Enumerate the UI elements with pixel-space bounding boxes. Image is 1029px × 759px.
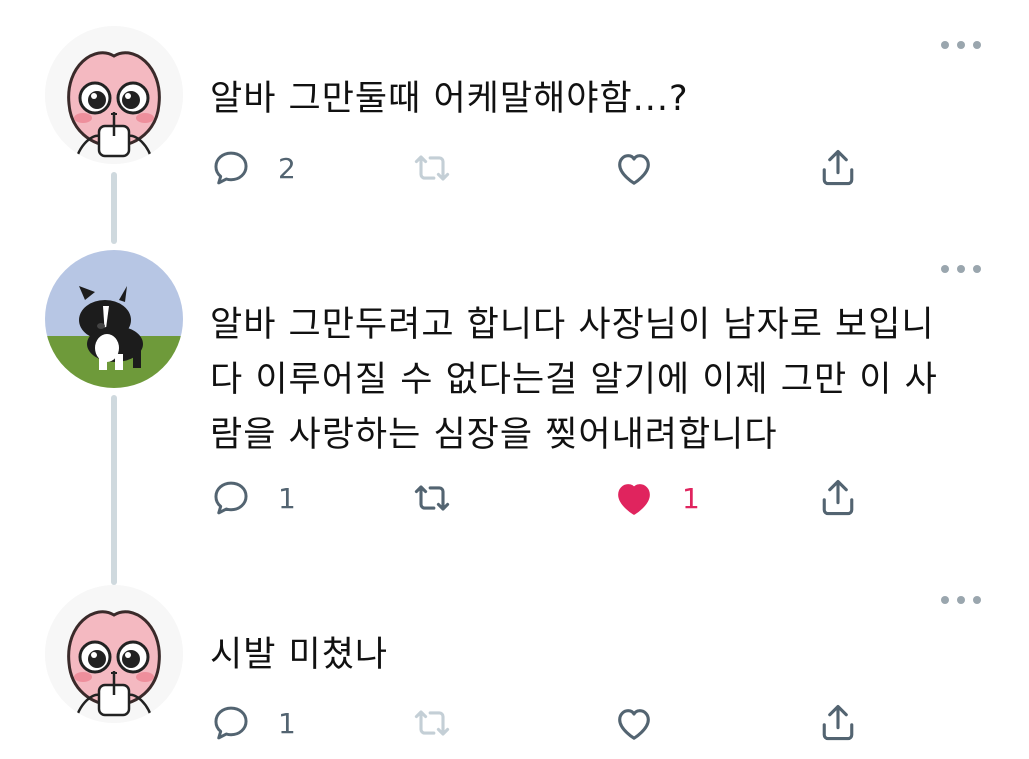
like-count: 1 bbox=[682, 481, 700, 515]
more-icon bbox=[973, 41, 981, 49]
more-icon bbox=[941, 41, 949, 49]
peach-character-avatar bbox=[45, 26, 183, 164]
like-button[interactable] bbox=[612, 143, 682, 193]
reply-button[interactable]: 2 bbox=[210, 143, 296, 193]
reply-count: 2 bbox=[278, 151, 296, 185]
more-options-button[interactable] bbox=[941, 262, 981, 276]
tweet-text: 알바 그만둘때 어케말해야함...? bbox=[210, 79, 689, 119]
more-icon bbox=[957, 265, 965, 273]
retweet-button[interactable] bbox=[410, 473, 480, 523]
heart-icon bbox=[618, 154, 650, 185]
tweet-text: 시발 미쳤나 bbox=[210, 635, 389, 675]
retweet-button[interactable] bbox=[410, 143, 480, 193]
reply-icon bbox=[214, 706, 248, 740]
reply-icon bbox=[214, 151, 248, 185]
reply-button[interactable]: 1 bbox=[210, 473, 296, 523]
share-icon bbox=[822, 149, 854, 186]
heart-icon bbox=[618, 484, 650, 515]
tweet-actions: 1 1 bbox=[210, 473, 910, 523]
share-button[interactable] bbox=[816, 473, 860, 523]
more-icon bbox=[941, 596, 949, 604]
share-button[interactable] bbox=[816, 698, 860, 748]
like-button[interactable] bbox=[612, 698, 682, 748]
retweet-icon bbox=[414, 710, 450, 736]
more-icon bbox=[957, 41, 965, 49]
retweet-icon bbox=[414, 485, 450, 511]
thread-line bbox=[111, 395, 117, 585]
retweet-icon bbox=[414, 155, 450, 181]
share-button[interactable] bbox=[816, 143, 860, 193]
more-icon bbox=[973, 265, 981, 273]
reply-count: 1 bbox=[278, 481, 296, 515]
reply-count: 1 bbox=[278, 706, 296, 740]
peach-character-avatar bbox=[45, 585, 183, 723]
tweet-text: 알바 그만두려고 합니다 사장님이 남자로 보입니 다 이루어질 수 없다는걸 … bbox=[210, 305, 938, 455]
reply-button[interactable]: 1 bbox=[210, 698, 296, 748]
more-icon bbox=[973, 596, 981, 604]
more-icon bbox=[941, 265, 949, 273]
avatar[interactable] bbox=[45, 26, 183, 164]
tweet-actions: 2 bbox=[210, 143, 910, 193]
more-icon bbox=[957, 596, 965, 604]
tweet-actions: 1 bbox=[210, 698, 910, 748]
heart-icon bbox=[618, 709, 650, 740]
thread-line bbox=[111, 172, 117, 244]
avatar[interactable] bbox=[45, 250, 183, 388]
share-icon bbox=[822, 704, 854, 741]
border-collie-plush-avatar bbox=[45, 250, 183, 388]
like-button[interactable]: 1 bbox=[612, 473, 700, 523]
retweet-button[interactable] bbox=[410, 698, 480, 748]
avatar[interactable] bbox=[45, 585, 183, 723]
more-options-button[interactable] bbox=[941, 38, 981, 52]
more-options-button[interactable] bbox=[941, 593, 981, 607]
share-icon bbox=[822, 479, 854, 516]
reply-icon bbox=[214, 481, 248, 515]
